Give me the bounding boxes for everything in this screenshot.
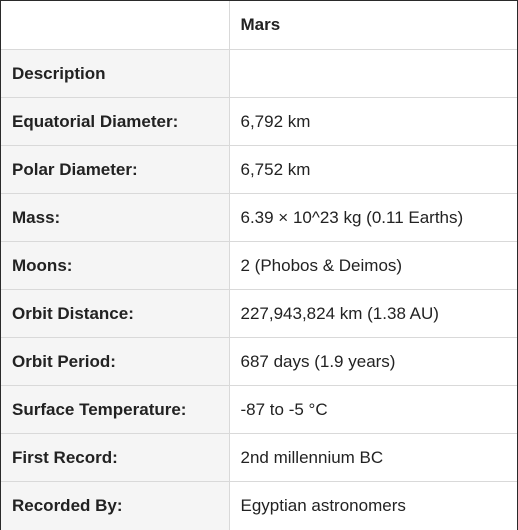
table-row: Orbit Period: 687 days (1.9 years) — [1, 337, 517, 386]
table-row: First Record: 2nd millennium BC — [1, 433, 517, 482]
row-label-first-record: First Record: — [1, 433, 230, 482]
table-row: Orbit Distance: 227,943,824 km (1.38 AU) — [1, 289, 517, 338]
table-row: Surface Temperature: -87 to -5 °C — [1, 385, 517, 434]
facts-table: Mars Description Equatorial Diameter: 6,… — [1, 1, 517, 530]
table-row: Equatorial Diameter: 6,792 km — [1, 97, 517, 146]
row-value-description — [228, 49, 517, 98]
row-value-recorded-by: Egyptian astronomers — [228, 481, 517, 530]
row-label-polar-diameter: Polar Diameter: — [1, 145, 230, 194]
row-value-first-record: 2nd millennium BC — [228, 433, 517, 482]
row-label-description: Description — [1, 49, 230, 98]
row-label-equatorial-diameter: Equatorial Diameter: — [1, 97, 230, 146]
table-row: Description — [1, 49, 517, 98]
row-value-polar-diameter: 6,752 km — [228, 145, 517, 194]
row-label-orbit-period: Orbit Period: — [1, 337, 230, 386]
header-planet-name: Mars — [229, 1, 517, 50]
row-value-mass: 6.39 × 10^23 kg (0.11 Earths) — [228, 193, 517, 242]
row-value-equatorial-diameter: 6,792 km — [228, 97, 517, 146]
table-row: Mass: 6.39 × 10^23 kg (0.11 Earths) — [1, 193, 517, 242]
row-value-surface-temperature: -87 to -5 °C — [228, 385, 517, 434]
row-label-recorded-by: Recorded By: — [1, 481, 230, 530]
table-row: Recorded By: Egyptian astronomers — [1, 481, 517, 530]
table-row: Moons: 2 (Phobos & Deimos) — [1, 241, 517, 290]
row-value-moons: 2 (Phobos & Deimos) — [228, 241, 517, 290]
header-corner-cell — [1, 1, 230, 50]
row-label-surface-temperature: Surface Temperature: — [1, 385, 230, 434]
row-value-orbit-distance: 227,943,824 km (1.38 AU) — [228, 289, 517, 338]
table-header-row: Mars — [1, 1, 517, 50]
row-label-moons: Moons: — [1, 241, 230, 290]
planet-facts-table: Mars Description Equatorial Diameter: 6,… — [0, 0, 518, 530]
row-label-orbit-distance: Orbit Distance: — [1, 289, 230, 338]
table-row: Polar Diameter: 6,752 km — [1, 145, 517, 194]
row-value-orbit-period: 687 days (1.9 years) — [228, 337, 517, 386]
row-label-mass: Mass: — [1, 193, 230, 242]
